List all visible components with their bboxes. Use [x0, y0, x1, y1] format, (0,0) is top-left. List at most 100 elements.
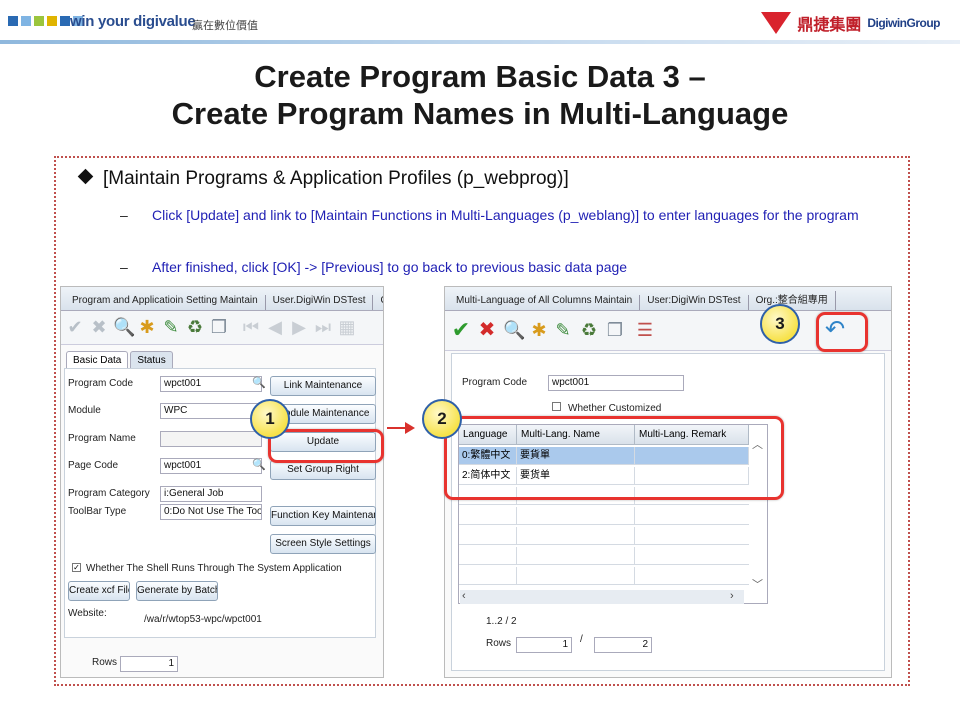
- page-code-input[interactable]: wpct001: [160, 458, 262, 474]
- scroll-down-icon[interactable]: ﹀: [752, 576, 763, 592]
- brand-name-en: DigiwinGroup: [867, 16, 940, 30]
- shell-checkbox-label: Whether The Shell Runs Through The Syste…: [86, 563, 342, 574]
- title-line-1: Create Program Basic Data 3 –: [254, 59, 706, 94]
- sub-bullet-1-text: Click [Update] and link to [Maintain Fun…: [152, 207, 859, 223]
- cancel-x-icon[interactable]: ✖: [477, 320, 497, 340]
- customized-checkbox[interactable]: [552, 402, 561, 411]
- program-name-input[interactable]: [160, 431, 262, 447]
- update-highlight: [268, 429, 384, 463]
- right-program-code-label: Program Code: [462, 377, 528, 388]
- empty-row: [459, 547, 749, 565]
- website-label: Website:: [68, 608, 107, 619]
- callout-3: 3: [760, 304, 800, 344]
- arrow-right-icon: [405, 422, 415, 434]
- search-icon[interactable]: 🔍: [503, 320, 525, 340]
- tab-program-setting[interactable]: Program and Applicatioin Setting Maintai…: [65, 295, 266, 310]
- tab-user[interactable]: User.DigiWin DSTest: [266, 295, 374, 310]
- diamond-bullet-icon: [77, 168, 94, 185]
- left-window-tabbar: Program and Applicatioin Setting Maintai…: [61, 287, 383, 311]
- right-rows-current-input[interactable]: 1: [516, 637, 572, 653]
- function-key-maintenance-button[interactable]: Function Key Maintenance: [270, 506, 376, 526]
- brand-name-cn: 鼎捷集團: [797, 17, 862, 34]
- callout-1: 1: [250, 399, 290, 439]
- generate-batch-button[interactable]: Generate by Batch: [136, 581, 218, 601]
- previous-highlight: [816, 312, 868, 352]
- ok-check-icon[interactable]: ✔: [65, 317, 85, 337]
- copy-icon[interactable]: ❐: [209, 317, 229, 337]
- new-doc-icon[interactable]: ✱: [529, 320, 549, 340]
- empty-row: [459, 507, 749, 525]
- last-record-icon[interactable]: ⏭: [313, 317, 333, 337]
- program-code-label: Program Code: [68, 378, 134, 389]
- page-code-label: Page Code: [68, 460, 119, 471]
- tab-org[interactable]: Org.:整合組專用: [749, 291, 836, 310]
- slide-header: win your digivalue 贏在數位價值 鼎捷集團 DigiwinGr…: [0, 0, 960, 44]
- bullet-heading: [Maintain Programs & Application Profile…: [77, 168, 569, 190]
- empty-row: [459, 527, 749, 545]
- edit-pencil-icon[interactable]: ✎: [161, 317, 181, 337]
- toolbar-type-label: ToolBar Type: [68, 506, 127, 517]
- program-code-lookup-icon[interactable]: 🔍: [252, 376, 266, 389]
- screen-style-settings-button[interactable]: Screen Style Settings: [270, 534, 376, 554]
- tab-basic-data[interactable]: Basic Data: [66, 351, 129, 369]
- digiwin-logo-icon: [761, 10, 792, 36]
- arrow-line: [387, 427, 407, 429]
- program-category-label: Program Category: [68, 488, 150, 499]
- search-icon[interactable]: 🔍: [113, 317, 135, 337]
- module-input[interactable]: WPC: [160, 403, 262, 419]
- left-inner-tabs: Basic Data Status: [66, 351, 173, 369]
- new-doc-icon[interactable]: ✱: [137, 317, 157, 337]
- tab-operating[interactable]: Operating: [373, 295, 383, 310]
- delete-bin-icon[interactable]: ♻: [185, 317, 205, 337]
- toolbar-type-select[interactable]: 0:Do Not Use The ToolBa: [160, 504, 262, 520]
- title-line-2: Create Program Names in Multi-Language: [171, 96, 789, 131]
- ok-check-icon[interactable]: ✔: [451, 319, 471, 341]
- scroll-right-icon[interactable]: ›: [730, 590, 734, 602]
- set-group-right-button[interactable]: Set Group Right: [270, 460, 376, 480]
- brand-logo: 鼎捷集團 DigiwinGroup: [761, 10, 940, 36]
- module-label: Module: [68, 405, 101, 416]
- edit-pencil-icon[interactable]: ✎: [553, 320, 573, 340]
- sub-bullet-2-text: After finished, click [OK] -> [Previous]…: [152, 259, 628, 275]
- left-rows-label: Rows: [92, 657, 118, 668]
- program-name-label: Program Name: [68, 433, 136, 444]
- slogan-cn: 贏在數位價值: [192, 20, 258, 32]
- tab-right-user[interactable]: User:DigiWin DSTest: [640, 295, 749, 310]
- program-category-select[interactable]: i:General Job: [160, 486, 262, 502]
- dash-2: –: [120, 259, 128, 275]
- dash-1: –: [120, 207, 128, 223]
- table-icon[interactable]: ☰: [635, 320, 655, 340]
- left-toolbar: ✔ ✖ 🔍 ✱ ✎ ♻ ❐ ⏮ ◀ ▶ ⏭ ▦: [61, 311, 383, 345]
- left-rows-input[interactable]: 1: [120, 656, 178, 672]
- tab-multi-language[interactable]: Multi-Language of All Columns Maintain: [449, 295, 641, 310]
- customized-label: Whether Customized: [568, 403, 662, 414]
- scroll-left-icon[interactable]: ‹: [462, 590, 466, 602]
- tab-status[interactable]: Status: [130, 351, 173, 369]
- grid-highlight: [444, 416, 784, 500]
- empty-row: [459, 567, 749, 585]
- delete-bin-icon[interactable]: ♻: [579, 320, 599, 340]
- rows-separator: /: [580, 634, 583, 645]
- right-program-code-input[interactable]: wpct001: [548, 375, 684, 391]
- program-code-input[interactable]: wpct001: [160, 376, 262, 392]
- shell-checkbox[interactable]: ✓: [72, 563, 81, 572]
- grid-icon[interactable]: ▦: [337, 317, 357, 337]
- slogan: win your digivalue: [70, 13, 196, 30]
- website-value[interactable]: /wa/r/wtop53-wpc/wpct001: [144, 614, 262, 625]
- cancel-x-icon[interactable]: ✖: [89, 317, 109, 337]
- horizontal-scrollbar[interactable]: [460, 590, 744, 604]
- bullet-text: [Maintain Programs & Application Profile…: [103, 168, 569, 189]
- page-code-lookup-icon[interactable]: 🔍: [252, 458, 266, 471]
- link-maintenance-button[interactable]: Link Maintenance: [270, 376, 376, 396]
- next-record-icon[interactable]: ▶: [289, 317, 309, 337]
- right-rows-label: Rows: [486, 638, 512, 649]
- right-window-tabbar: Multi-Language of All Columns Maintain U…: [445, 287, 891, 311]
- pager-text: 1..2 / 2: [486, 616, 517, 627]
- right-rows-total: 2: [594, 637, 652, 653]
- copy-icon[interactable]: ❐: [605, 320, 625, 340]
- prev-record-icon[interactable]: ◀: [265, 317, 285, 337]
- slide-title: Create Program Basic Data 3 – Create Pro…: [0, 58, 960, 132]
- first-record-icon[interactable]: ⏮: [241, 317, 261, 337]
- callout-2: 2: [422, 399, 462, 439]
- create-xcf-button[interactable]: Create xcf File: [68, 581, 130, 601]
